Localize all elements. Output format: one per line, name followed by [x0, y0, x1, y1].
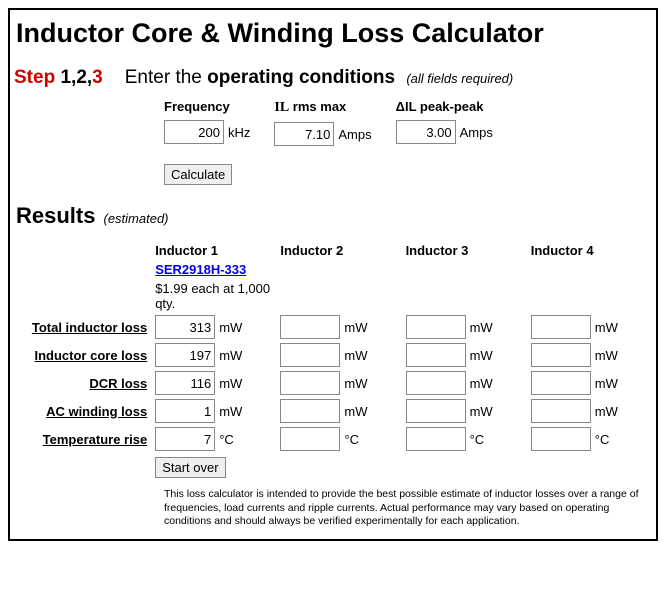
- table-header-row: Inductor 1 Inductor 2 Inductor 3 Inducto…: [16, 241, 652, 260]
- frequency-group: Frequency kHz: [164, 99, 250, 146]
- table-row: DCR loss mW mW mW mW: [16, 369, 652, 397]
- calculator-frame: Inductor Core & Winding Loss Calculator …: [8, 8, 658, 541]
- total-loss-2[interactable]: [280, 315, 340, 339]
- price-text: $1.99 each at 1,000 qty.: [151, 279, 276, 313]
- il-rms-input[interactable]: [274, 122, 334, 146]
- row-label-core: Inductor core loss: [16, 341, 151, 369]
- frequency-label: Frequency: [164, 99, 250, 114]
- delta-il-label: ΔIL peak-peak: [396, 99, 493, 114]
- dcr-loss-4[interactable]: [531, 371, 591, 395]
- frequency-unit: kHz: [228, 125, 250, 140]
- delta-il-unit: Amps: [460, 125, 493, 140]
- ac-loss-2[interactable]: [280, 399, 340, 423]
- table-row: Inductor core loss mW mW mW mW: [16, 341, 652, 369]
- il-rms-group: IL rms max Amps: [274, 99, 371, 146]
- col-header-4: Inductor 4: [527, 241, 652, 260]
- step-prompt: Enter the operating conditions (all fiel…: [125, 67, 514, 89]
- dcr-loss-3[interactable]: [406, 371, 466, 395]
- core-loss-3[interactable]: [406, 343, 466, 367]
- row-label-dcr: DCR loss: [16, 369, 151, 397]
- dcr-loss-2[interactable]: [280, 371, 340, 395]
- core-loss-4[interactable]: [531, 343, 591, 367]
- part-link[interactable]: SER2918H-333: [155, 262, 246, 277]
- dcr-loss-1[interactable]: [155, 371, 215, 395]
- table-row: Total inductor loss mW mW mW mW: [16, 313, 652, 341]
- delta-il-group: ΔIL peak-peak Amps: [396, 99, 493, 146]
- temp-rise-4[interactable]: [531, 427, 591, 451]
- start-over-row: Start over: [16, 453, 652, 480]
- total-loss-4[interactable]: [531, 315, 591, 339]
- core-loss-1[interactable]: [155, 343, 215, 367]
- ac-loss-4[interactable]: [531, 399, 591, 423]
- start-over-button[interactable]: Start over: [155, 457, 225, 478]
- step-label: Step 1,2,3: [14, 67, 103, 89]
- row-label-temp: Temperature rise: [16, 425, 151, 453]
- temp-rise-3[interactable]: [406, 427, 466, 451]
- total-loss-1[interactable]: [155, 315, 215, 339]
- row-label-ac: AC winding loss: [16, 397, 151, 425]
- calculate-button[interactable]: Calculate: [164, 164, 232, 185]
- il-rms-unit: Amps: [338, 127, 371, 142]
- results-table: Inductor 1 Inductor 2 Inductor 3 Inducto…: [16, 241, 652, 480]
- step-row: Step 1,2,3 Enter the operating condition…: [14, 67, 652, 89]
- page-title: Inductor Core & Winding Loss Calculator: [16, 18, 652, 49]
- temp-rise-2[interactable]: [280, 427, 340, 451]
- results-heading: Results(estimated): [16, 203, 652, 229]
- col-header-2: Inductor 2: [276, 241, 401, 260]
- delta-il-input[interactable]: [396, 120, 456, 144]
- total-loss-3[interactable]: [406, 315, 466, 339]
- col-header-3: Inductor 3: [402, 241, 527, 260]
- operating-conditions: Frequency kHz IL rms max Amps ΔIL peak-p…: [164, 99, 652, 146]
- row-label-total: Total inductor loss: [16, 313, 151, 341]
- price-row: $1.99 each at 1,000 qty.: [16, 279, 652, 313]
- col-header-1: Inductor 1: [151, 241, 276, 260]
- footnote-text: This loss calculator is intended to prov…: [164, 488, 644, 529]
- temp-rise-1[interactable]: [155, 427, 215, 451]
- frequency-input[interactable]: [164, 120, 224, 144]
- ac-loss-1[interactable]: [155, 399, 215, 423]
- table-row: AC winding loss mW mW mW mW: [16, 397, 652, 425]
- ac-loss-3[interactable]: [406, 399, 466, 423]
- il-rms-label: IL rms max: [274, 99, 371, 116]
- table-row: Temperature rise °C °C °C °C: [16, 425, 652, 453]
- core-loss-2[interactable]: [280, 343, 340, 367]
- part-row: SER2918H-333: [16, 260, 652, 279]
